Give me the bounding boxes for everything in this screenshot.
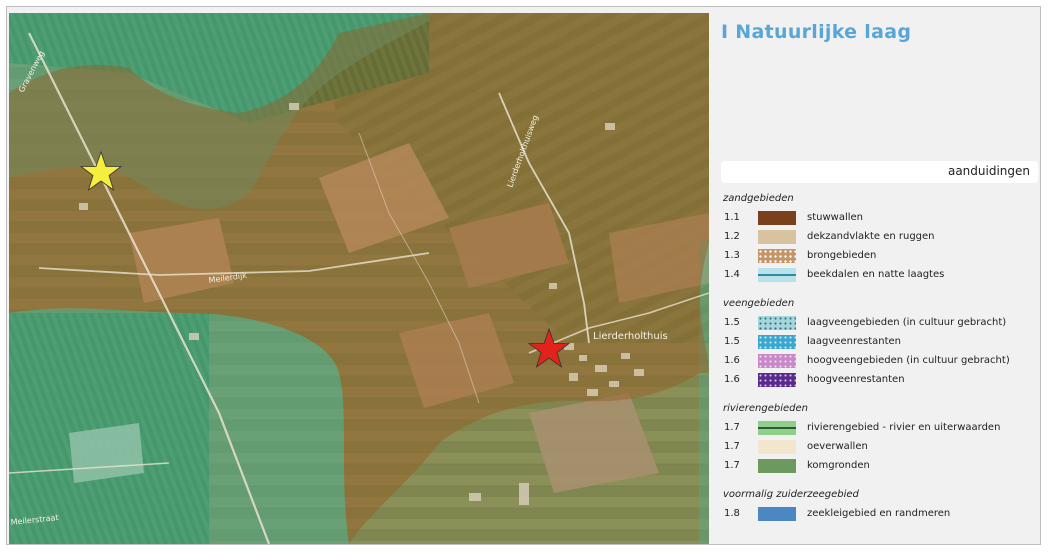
legend-swatch bbox=[758, 440, 796, 454]
map-canvas[interactable]: Gravenweg Lierderholthuisweg Meilerdijk … bbox=[9, 13, 709, 544]
legend-group-title: rivierengebieden bbox=[723, 403, 808, 414]
place-label-lierderholthuis: Lierderholthuis bbox=[593, 331, 668, 342]
legend-swatch bbox=[758, 211, 796, 225]
legend-item[interactable]: 1.7 komgronden bbox=[717, 457, 1039, 476]
legend-code: 1.3 bbox=[724, 250, 740, 261]
legend-swatch bbox=[758, 507, 796, 521]
legend-label: laagveengebieden (in cultuur gebracht) bbox=[807, 317, 1007, 328]
legend-item[interactable]: 1.6 hoogveenrestanten bbox=[717, 371, 1039, 390]
legend-label: beekdalen en natte laagtes bbox=[807, 269, 945, 280]
legend-code: 1.7 bbox=[724, 441, 740, 452]
legend-item[interactable]: 1.4 beekdalen en natte laagtes bbox=[717, 266, 1039, 285]
legend-code: 1.4 bbox=[724, 269, 740, 280]
legend-swatch bbox=[758, 249, 796, 263]
legend-label: hoogveenrestanten bbox=[807, 374, 905, 385]
legend-item[interactable]: 1.8 zeekleigebied en randmeren bbox=[717, 505, 1039, 524]
legend-label: rivierengebied - rivier en uiterwaarden bbox=[807, 422, 1001, 433]
legend-code: 1.7 bbox=[724, 460, 740, 471]
legend-swatch bbox=[758, 316, 796, 330]
legend-item[interactable]: 1.7 rivierengebied - rivier en uiterwaard… bbox=[717, 419, 1039, 438]
legend-code: 1.8 bbox=[724, 508, 740, 519]
legend-label: zeekleigebied en randmeren bbox=[807, 508, 951, 519]
legend-swatch bbox=[758, 335, 796, 349]
legend-list: zandgebieden 1.1 stuwwallen 1.2 dekzandvlakt… bbox=[717, 189, 1039, 524]
legend-label: hoogveengebieden (in cultuur gebracht) bbox=[807, 355, 1010, 366]
legend-swatch bbox=[758, 421, 796, 435]
tab-label: aanduidingen bbox=[947, 164, 1030, 178]
legend-code: 1.6 bbox=[724, 355, 740, 366]
legend-code: 1.5 bbox=[724, 317, 740, 328]
legend-code: 1.2 bbox=[724, 231, 740, 242]
panel-title: I Natuurlijke laag bbox=[721, 21, 912, 43]
legend-code: 1.1 bbox=[724, 212, 740, 223]
legend-group-title: veengebieden bbox=[723, 298, 795, 309]
legend-swatch bbox=[758, 230, 796, 244]
legend-code: 1.6 bbox=[724, 374, 740, 385]
legend-label: brongebieden bbox=[807, 250, 877, 261]
legend-swatch bbox=[758, 268, 796, 282]
legend-item[interactable]: 1.5 laagveenrestanten bbox=[717, 333, 1039, 352]
legend-swatch bbox=[758, 373, 796, 387]
legend-group-title: voormalig zuiderzeegebied bbox=[723, 489, 859, 500]
legend-swatch bbox=[758, 459, 796, 473]
legend-item[interactable]: 1.3 brongebieden bbox=[717, 247, 1039, 266]
legend-label: laagveenrestanten bbox=[807, 336, 901, 347]
legend-gap bbox=[717, 390, 1039, 399]
legend-code: 1.7 bbox=[724, 422, 740, 433]
tab-aanduidingen[interactable]: aanduidingen bbox=[721, 161, 1038, 183]
legend-code: 1.5 bbox=[724, 336, 740, 347]
legend-panel: I Natuurlijke laag aanduidingen zandgebi… bbox=[717, 13, 1039, 544]
legend-gap bbox=[717, 476, 1039, 485]
wetland-overlay-south bbox=[9, 308, 349, 544]
legend-item[interactable]: 1.2 dekzandvlakte en ruggen bbox=[717, 228, 1039, 247]
legend-item[interactable]: 1.5 laagveengebieden (in cultuur gebracht… bbox=[717, 314, 1039, 333]
legend-label: stuwwallen bbox=[807, 212, 864, 223]
legend-swatch bbox=[758, 354, 796, 368]
map-view[interactable]: Gravenweg Lierderholthuisweg Meilerdijk … bbox=[9, 13, 709, 544]
legend-group-title: zandgebieden bbox=[723, 193, 794, 204]
legend-item[interactable]: 1.6 hoogveengebieden (in cultuur gebracht… bbox=[717, 352, 1039, 371]
legend-label: dekzandvlakte en ruggen bbox=[807, 231, 935, 242]
legend-label: komgronden bbox=[807, 460, 870, 471]
legend-item[interactable]: 1.1 stuwwallen bbox=[717, 209, 1039, 228]
legend-gap bbox=[717, 285, 1039, 294]
viewer-frame: Gravenweg Lierderholthuisweg Meilerdijk … bbox=[6, 6, 1041, 545]
legend-label: oeverwallen bbox=[807, 441, 868, 452]
legend-item[interactable]: 1.7 oeverwallen bbox=[717, 438, 1039, 457]
